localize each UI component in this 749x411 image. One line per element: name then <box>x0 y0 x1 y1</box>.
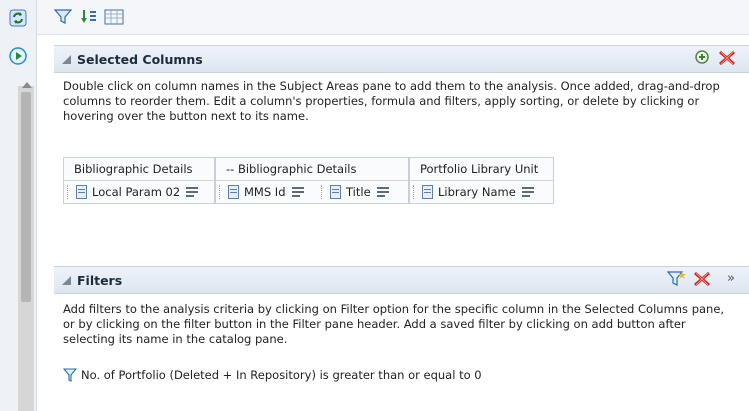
column-group-header: Bibliographic Details <box>64 158 214 181</box>
scroll-up-icon[interactable] <box>22 82 32 88</box>
refresh-icon[interactable] <box>8 8 28 28</box>
play-icon[interactable] <box>8 46 28 66</box>
filters-title: Filters <box>77 272 123 288</box>
filter-icon <box>63 368 77 382</box>
column-mms-id[interactable]: MMS Id <box>216 181 306 202</box>
column-icon <box>330 184 341 199</box>
collapse-triangle-icon[interactable] <box>62 54 71 64</box>
column-label: Library Name <box>438 184 516 199</box>
drag-handle[interactable] <box>67 184 71 199</box>
column-label: MMS Id <box>244 184 286 199</box>
add-filter-icon[interactable] <box>666 270 687 291</box>
column-icon <box>228 184 239 199</box>
column-group-2: -- Bibliographic Details MMS Id Title <box>215 157 409 204</box>
add-column-icon[interactable] <box>694 49 712 70</box>
column-label: Local Param 02 <box>92 184 181 199</box>
column-group-header: -- Bibliographic Details <box>216 158 408 181</box>
filters-description: Add filters to the analysis criteria by … <box>63 302 725 346</box>
column-title[interactable]: Title <box>318 181 391 202</box>
column-group-1: Bibliographic Details Local Param 02 <box>63 157 215 204</box>
column-group-3: Portfolio Library Unit Library Name <box>409 157 554 204</box>
selected-columns-description: Double click on column names in the Subj… <box>63 79 720 123</box>
column-group-header: Portfolio Library Unit <box>410 158 553 181</box>
selected-columns-title: Selected Columns <box>77 51 203 67</box>
column-menu-icon[interactable] <box>291 186 306 197</box>
column-menu-icon[interactable] <box>521 186 536 197</box>
drag-handle[interactable] <box>413 184 417 199</box>
sort-icon[interactable] <box>79 8 99 26</box>
filter-text: No. of Portfolio (Deleted + In Repositor… <box>81 368 482 382</box>
remove-all-filters-icon[interactable] <box>693 270 711 291</box>
column-library-name[interactable]: Library Name <box>410 181 536 202</box>
more-options-icon[interactable]: » <box>727 271 735 286</box>
filter-row[interactable]: No. of Portfolio (Deleted + In Repositor… <box>63 368 482 382</box>
column-menu-icon[interactable] <box>376 186 391 197</box>
filters-header: Filters <box>54 266 749 294</box>
column-icon <box>422 184 433 199</box>
column-menu-icon[interactable] <box>186 186 200 197</box>
column-icon <box>76 184 87 199</box>
drag-handle[interactable] <box>219 184 223 199</box>
column-label: Title <box>346 184 371 199</box>
toolbar <box>37 0 749 35</box>
scrollbar-thumb[interactable] <box>21 92 31 302</box>
filter-toolbar-icon[interactable] <box>53 8 73 26</box>
selected-columns-header: Selected Columns <box>54 45 749 73</box>
column-local-param-02[interactable]: Local Param 02 <box>64 181 200 202</box>
remove-all-columns-icon[interactable] <box>718 49 736 70</box>
drag-handle[interactable] <box>321 184 325 199</box>
xyz-table-icon[interactable] <box>104 8 124 26</box>
collapse-triangle-icon[interactable] <box>62 275 71 285</box>
